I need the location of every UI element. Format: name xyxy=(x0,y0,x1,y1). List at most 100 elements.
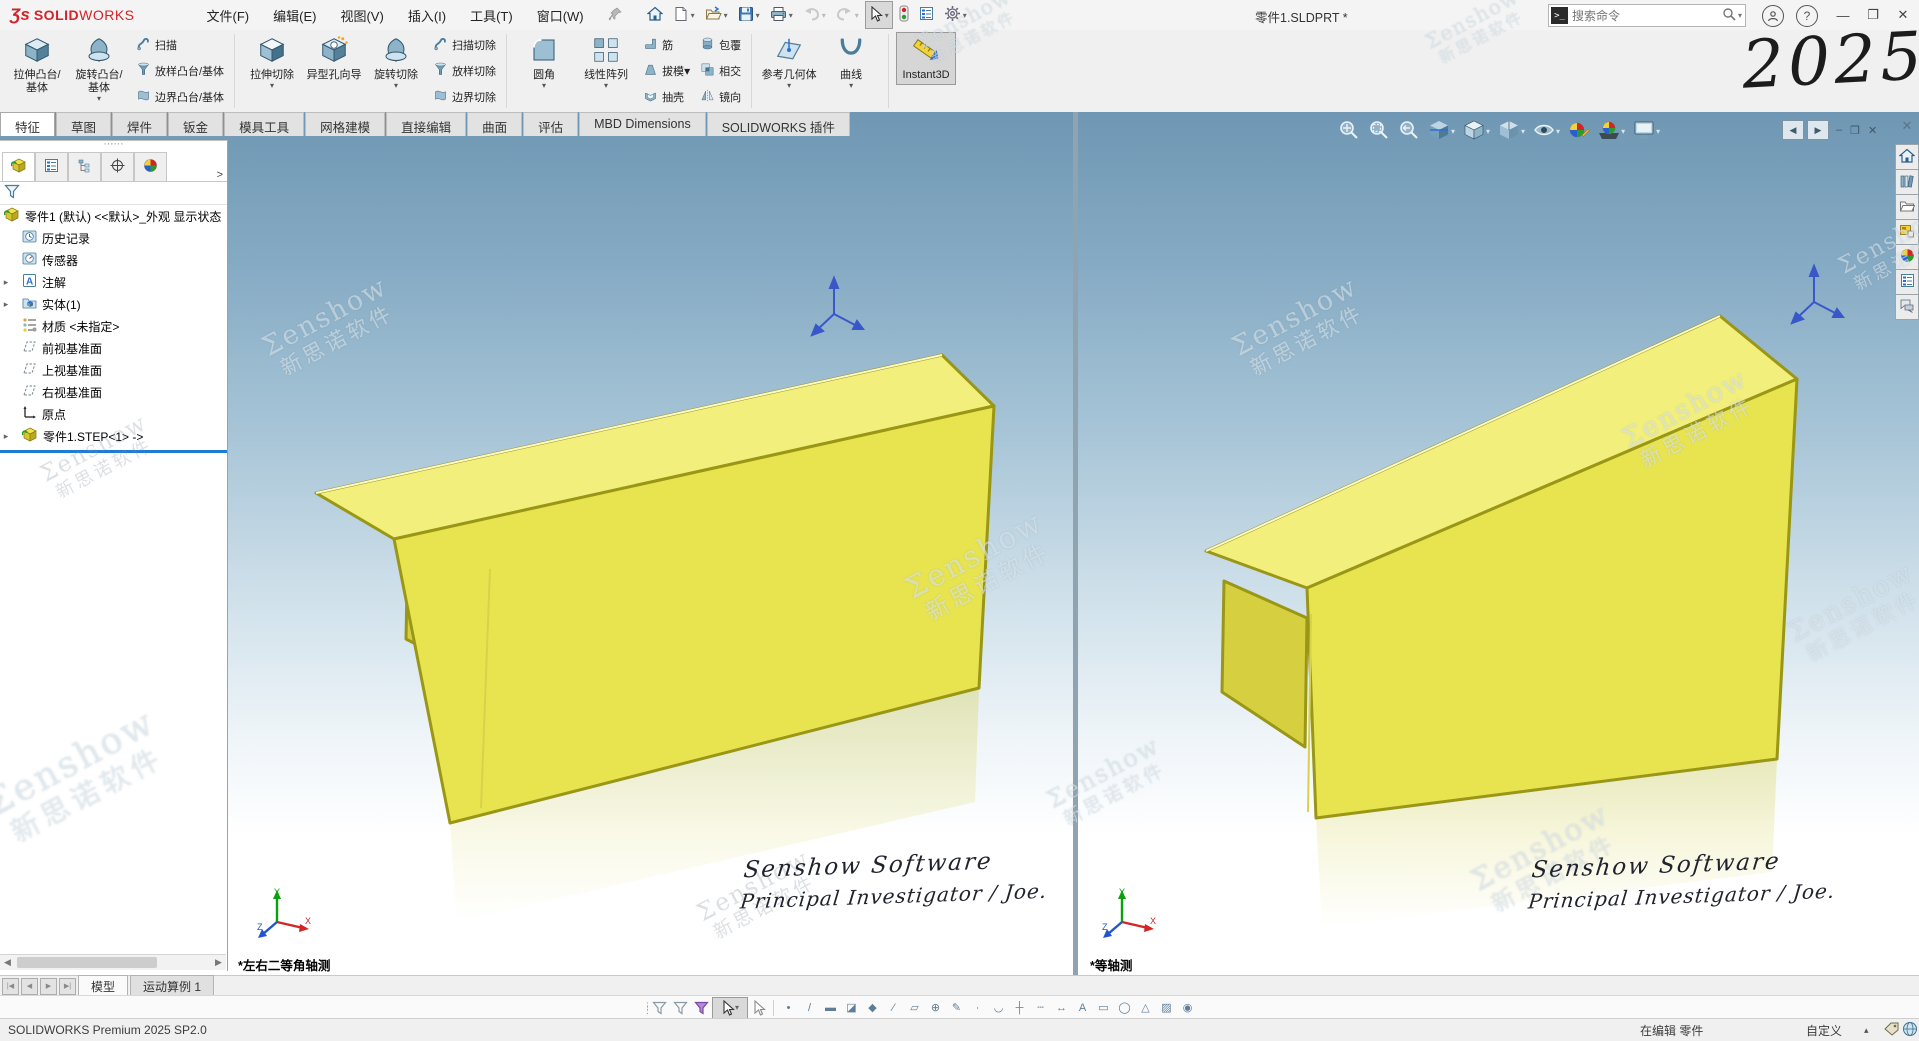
selection-filter-18-button[interactable]: ▨ xyxy=(1156,998,1177,1018)
apply-scene-button[interactable]: ▾ xyxy=(1594,117,1629,146)
doc-minimize-icon[interactable]: – xyxy=(1836,124,1842,136)
ribbon-button-rib[interactable]: 筋 xyxy=(639,34,694,56)
selection-filter-19-button[interactable]: ◉ xyxy=(1177,998,1198,1018)
zoom-area-button[interactable] xyxy=(1364,117,1394,146)
redo-button[interactable]: ▾ xyxy=(832,1,863,29)
dropdown-icon[interactable]: ▾ xyxy=(787,82,791,90)
home-button[interactable] xyxy=(643,1,667,29)
dropdown-icon[interactable]: ▾ xyxy=(1451,127,1455,136)
ribbon-button-sweep[interactable]: 扫描 xyxy=(132,34,228,56)
section-view-button[interactable]: ▾ xyxy=(1424,117,1459,146)
dropdown-icon[interactable]: ▾ xyxy=(822,11,826,20)
search-input[interactable] xyxy=(1568,9,1722,23)
tab-焊件[interactable]: 焊件 xyxy=(112,112,167,136)
panel-tabs-more-icon[interactable]: > xyxy=(217,169,223,181)
clear-filter-button[interactable] xyxy=(649,998,670,1018)
selection-filter-1-button[interactable]: / xyxy=(799,998,820,1018)
hide-show-items-button[interactable]: ▾ xyxy=(1529,117,1564,146)
menu-item-文件[interactable]: 文件(F) xyxy=(195,0,262,31)
ribbon-button-boundary-cut[interactable]: 边界切除 xyxy=(429,86,500,108)
selection-filter-17-button[interactable]: △ xyxy=(1135,998,1156,1018)
tab-nav-2[interactable]: ▶ xyxy=(40,978,57,995)
tab-模具工具[interactable]: 模具工具 xyxy=(224,112,304,136)
tree-item[interactable]: 右视基准面 xyxy=(0,381,227,403)
tab-SOLIDWORKS 插件[interactable]: SOLIDWORKS 插件 xyxy=(707,112,850,136)
save-button[interactable]: ▾ xyxy=(734,1,764,29)
tab-曲面[interactable]: 曲面 xyxy=(467,112,522,136)
dropdown-icon[interactable]: ▾ xyxy=(724,11,728,20)
ribbon-button-loft-cut[interactable]: 放样切除 xyxy=(429,60,500,82)
print-button[interactable]: ▾ xyxy=(766,1,797,29)
selection-filter-4-button[interactable]: ◆ xyxy=(862,998,883,1018)
ribbon-button-hole-wizard[interactable]: 24">异型孔向导 xyxy=(304,32,364,85)
tree-item[interactable]: ▸A注解 xyxy=(0,271,227,293)
tab-评估[interactable]: 评估 xyxy=(523,112,578,136)
ribbon-button-boundary[interactable]: 边界凸台/基体 xyxy=(132,86,228,108)
open-button[interactable]: ▾ xyxy=(701,1,732,29)
panel-tab-configurationmanager[interactable] xyxy=(68,152,101,181)
ribbon-button-instant3d[interactable]: Instant3D xyxy=(896,32,956,85)
panel-tab-displaymanager[interactable] xyxy=(134,152,167,181)
scroll-left-icon[interactable]: ◀ xyxy=(0,957,15,968)
dropdown-icon[interactable]: ▾ xyxy=(1556,127,1560,136)
dropdown-icon[interactable]: ▾ xyxy=(885,11,889,20)
rebuild-traffic-light-button[interactable] xyxy=(895,1,913,29)
dropdown-icon[interactable]: ▾ xyxy=(604,82,608,90)
part-model-left[interactable] xyxy=(227,112,1073,975)
zoom-fit-button[interactable] xyxy=(1334,117,1364,146)
tree-item[interactable]: ▸零件1.STEP<1> -> xyxy=(0,425,227,447)
dropdown-icon[interactable]: ▾ xyxy=(855,11,859,20)
selection-filter-6-button[interactable]: ▱ xyxy=(904,998,925,1018)
dropdown-icon[interactable]: ▾ xyxy=(963,11,967,20)
previous-window-icon[interactable]: ◀ xyxy=(1782,120,1804,140)
tree-item[interactable]: ▸实体(1) xyxy=(0,293,227,315)
menu-item-编辑[interactable]: 编辑(E) xyxy=(261,0,328,31)
rollback-bar[interactable] xyxy=(0,450,227,453)
ribbon-button-curve[interactable]: 曲线▾ xyxy=(821,32,881,93)
dropdown-icon[interactable]: ▾ xyxy=(1621,127,1625,136)
selection-filter-16-button[interactable]: ◯ xyxy=(1114,998,1135,1018)
display-style-button[interactable]: ▾ xyxy=(1494,117,1529,146)
display-settings-button[interactable] xyxy=(915,1,938,29)
tab-网格建模[interactable]: 网格建模 xyxy=(305,112,385,136)
selection-filter-13-button[interactable]: ↔ xyxy=(1051,998,1072,1018)
scrollbar-thumb[interactable] xyxy=(17,957,157,968)
dropdown-icon[interactable]: ▾ xyxy=(97,95,101,103)
tab-草图[interactable]: 草图 xyxy=(56,112,111,136)
tab-nav-3[interactable]: ▶| xyxy=(59,978,76,995)
tab-直接编辑[interactable]: 直接编辑 xyxy=(386,112,466,136)
magnified-selection-button[interactable] xyxy=(748,998,769,1018)
selection-filter-5-button[interactable]: ⁄ xyxy=(883,998,904,1018)
tab-nav-1[interactable]: ◀ xyxy=(21,978,38,995)
dropdown-icon[interactable]: ▾ xyxy=(1486,127,1490,136)
tab-nav-0[interactable]: |◀ xyxy=(2,978,19,995)
panel-tab-featuremanager-part[interactable] xyxy=(2,152,35,181)
tree-item[interactable]: 传感器 xyxy=(0,249,227,271)
globe-icon[interactable] xyxy=(1902,1021,1918,1040)
dropdown-icon[interactable]: ▾ xyxy=(1656,127,1660,136)
tree-item[interactable]: 上视基准面 xyxy=(0,359,227,381)
ribbon-button-shell[interactable]: 抽壳 xyxy=(639,86,694,108)
filter-ghost-button[interactable] xyxy=(670,998,691,1018)
panel-tab-propertymanager[interactable] xyxy=(35,152,68,181)
task-pane-forum-button[interactable] xyxy=(1895,295,1919,320)
user-account-icon[interactable] xyxy=(1762,5,1784,27)
select-cursor-button[interactable]: ▾ xyxy=(865,1,893,29)
status-custom[interactable]: 自定义 xyxy=(1806,1022,1842,1039)
ribbon-button-wrap[interactable]: 包覆 xyxy=(696,34,745,56)
filter-funnel-icon[interactable] xyxy=(4,184,20,202)
selection-filter-0-button[interactable]: • xyxy=(778,998,799,1018)
selection-filter-11-button[interactable]: ┼ xyxy=(1009,998,1030,1018)
tree-item[interactable]: 历史记录 xyxy=(0,227,227,249)
expand-arrow-icon[interactable]: ▸ xyxy=(0,277,12,288)
dropdown-icon[interactable]: ▾ xyxy=(270,82,274,90)
doc-close-icon[interactable]: ✕ xyxy=(1868,124,1877,137)
expand-arrow-icon[interactable]: ▸ xyxy=(0,299,12,310)
selection-filter-14-button[interactable]: A xyxy=(1072,998,1093,1018)
tab-钣金[interactable]: 钣金 xyxy=(168,112,223,136)
ribbon-button-mirror[interactable]: 镜向 xyxy=(696,86,745,108)
status-caret-icon[interactable]: ▴ xyxy=(1864,1025,1869,1036)
dropdown-icon[interactable]: ▾ xyxy=(756,11,760,20)
doc-restore-icon[interactable]: ❐ xyxy=(1850,124,1860,137)
task-pane-appearances-button[interactable] xyxy=(1895,245,1919,270)
